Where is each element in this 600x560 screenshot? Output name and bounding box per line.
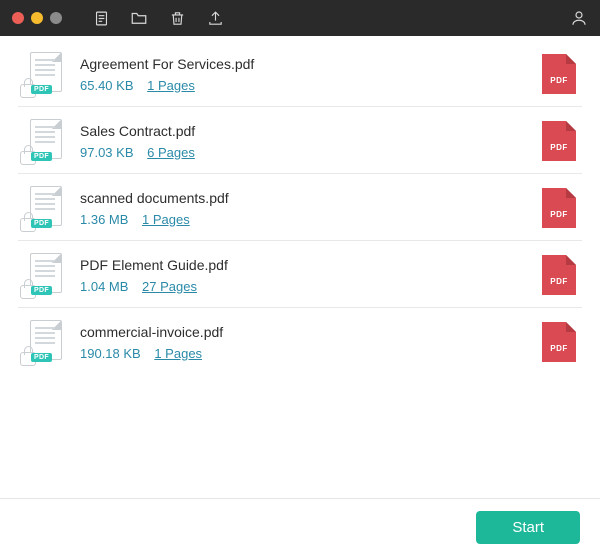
file-meta: Agreement For Services.pdf 65.40 KB 1 Pa… xyxy=(80,56,542,93)
file-size: 190.18 KB xyxy=(80,346,141,361)
file-pages-link[interactable]: 1 Pages xyxy=(142,212,190,227)
output-format-icon[interactable]: PDF xyxy=(542,188,576,228)
file-row[interactable]: PDF PDF Element Guide.pdf 1.04 MB 27 Pag… xyxy=(18,241,582,308)
pdf-thumbnail-icon: PDF xyxy=(22,253,62,297)
minimize-window-button[interactable] xyxy=(31,12,43,24)
file-size: 97.03 KB xyxy=(80,145,134,160)
file-pages-link[interactable]: 1 Pages xyxy=(154,346,202,361)
file-row[interactable]: PDF commercial-invoice.pdf 190.18 KB 1 P… xyxy=(18,308,582,374)
footer: Start xyxy=(0,498,600,556)
file-size: 1.36 MB xyxy=(80,212,128,227)
output-format-icon[interactable]: PDF xyxy=(542,121,576,161)
file-row[interactable]: PDF Agreement For Services.pdf 65.40 KB … xyxy=(18,40,582,107)
file-pages-link[interactable]: 6 Pages xyxy=(147,145,195,160)
file-name: PDF Element Guide.pdf xyxy=(80,257,542,273)
folder-icon[interactable] xyxy=(130,9,148,27)
file-name: scanned documents.pdf xyxy=(80,190,542,206)
file-name: Agreement For Services.pdf xyxy=(80,56,542,72)
file-pages-link[interactable]: 27 Pages xyxy=(142,279,197,294)
file-meta: scanned documents.pdf 1.36 MB 1 Pages xyxy=(80,190,542,227)
toolbar-icons xyxy=(92,9,224,27)
close-window-button[interactable] xyxy=(12,12,24,24)
pdf-thumbnail-icon: PDF xyxy=(22,52,62,96)
trash-icon[interactable] xyxy=(168,9,186,27)
output-format-icon[interactable]: PDF xyxy=(542,322,576,362)
file-name: commercial-invoice.pdf xyxy=(80,324,542,340)
upload-icon[interactable] xyxy=(206,9,224,27)
file-row[interactable]: PDF Sales Contract.pdf 97.03 KB 6 Pages … xyxy=(18,107,582,174)
file-size: 65.40 KB xyxy=(80,78,134,93)
titlebar xyxy=(0,0,600,36)
start-button[interactable]: Start xyxy=(476,511,580,544)
maximize-window-button[interactable] xyxy=(50,12,62,24)
file-size: 1.04 MB xyxy=(80,279,128,294)
file-meta: commercial-invoice.pdf 190.18 KB 1 Pages xyxy=(80,324,542,361)
file-meta: Sales Contract.pdf 97.03 KB 6 Pages xyxy=(80,123,542,160)
output-format-icon[interactable]: PDF xyxy=(542,255,576,295)
file-list: PDF Agreement For Services.pdf 65.40 KB … xyxy=(0,36,600,498)
file-meta: PDF Element Guide.pdf 1.04 MB 27 Pages xyxy=(80,257,542,294)
user-icon[interactable] xyxy=(570,9,588,27)
pdf-thumbnail-icon: PDF xyxy=(22,320,62,364)
output-format-icon[interactable]: PDF xyxy=(542,54,576,94)
pdf-thumbnail-icon: PDF xyxy=(22,119,62,163)
pdf-thumbnail-icon: PDF xyxy=(22,186,62,230)
file-name: Sales Contract.pdf xyxy=(80,123,542,139)
document-icon[interactable] xyxy=(92,9,110,27)
file-row[interactable]: PDF scanned documents.pdf 1.36 MB 1 Page… xyxy=(18,174,582,241)
window-controls xyxy=(12,12,62,24)
file-pages-link[interactable]: 1 Pages xyxy=(147,78,195,93)
